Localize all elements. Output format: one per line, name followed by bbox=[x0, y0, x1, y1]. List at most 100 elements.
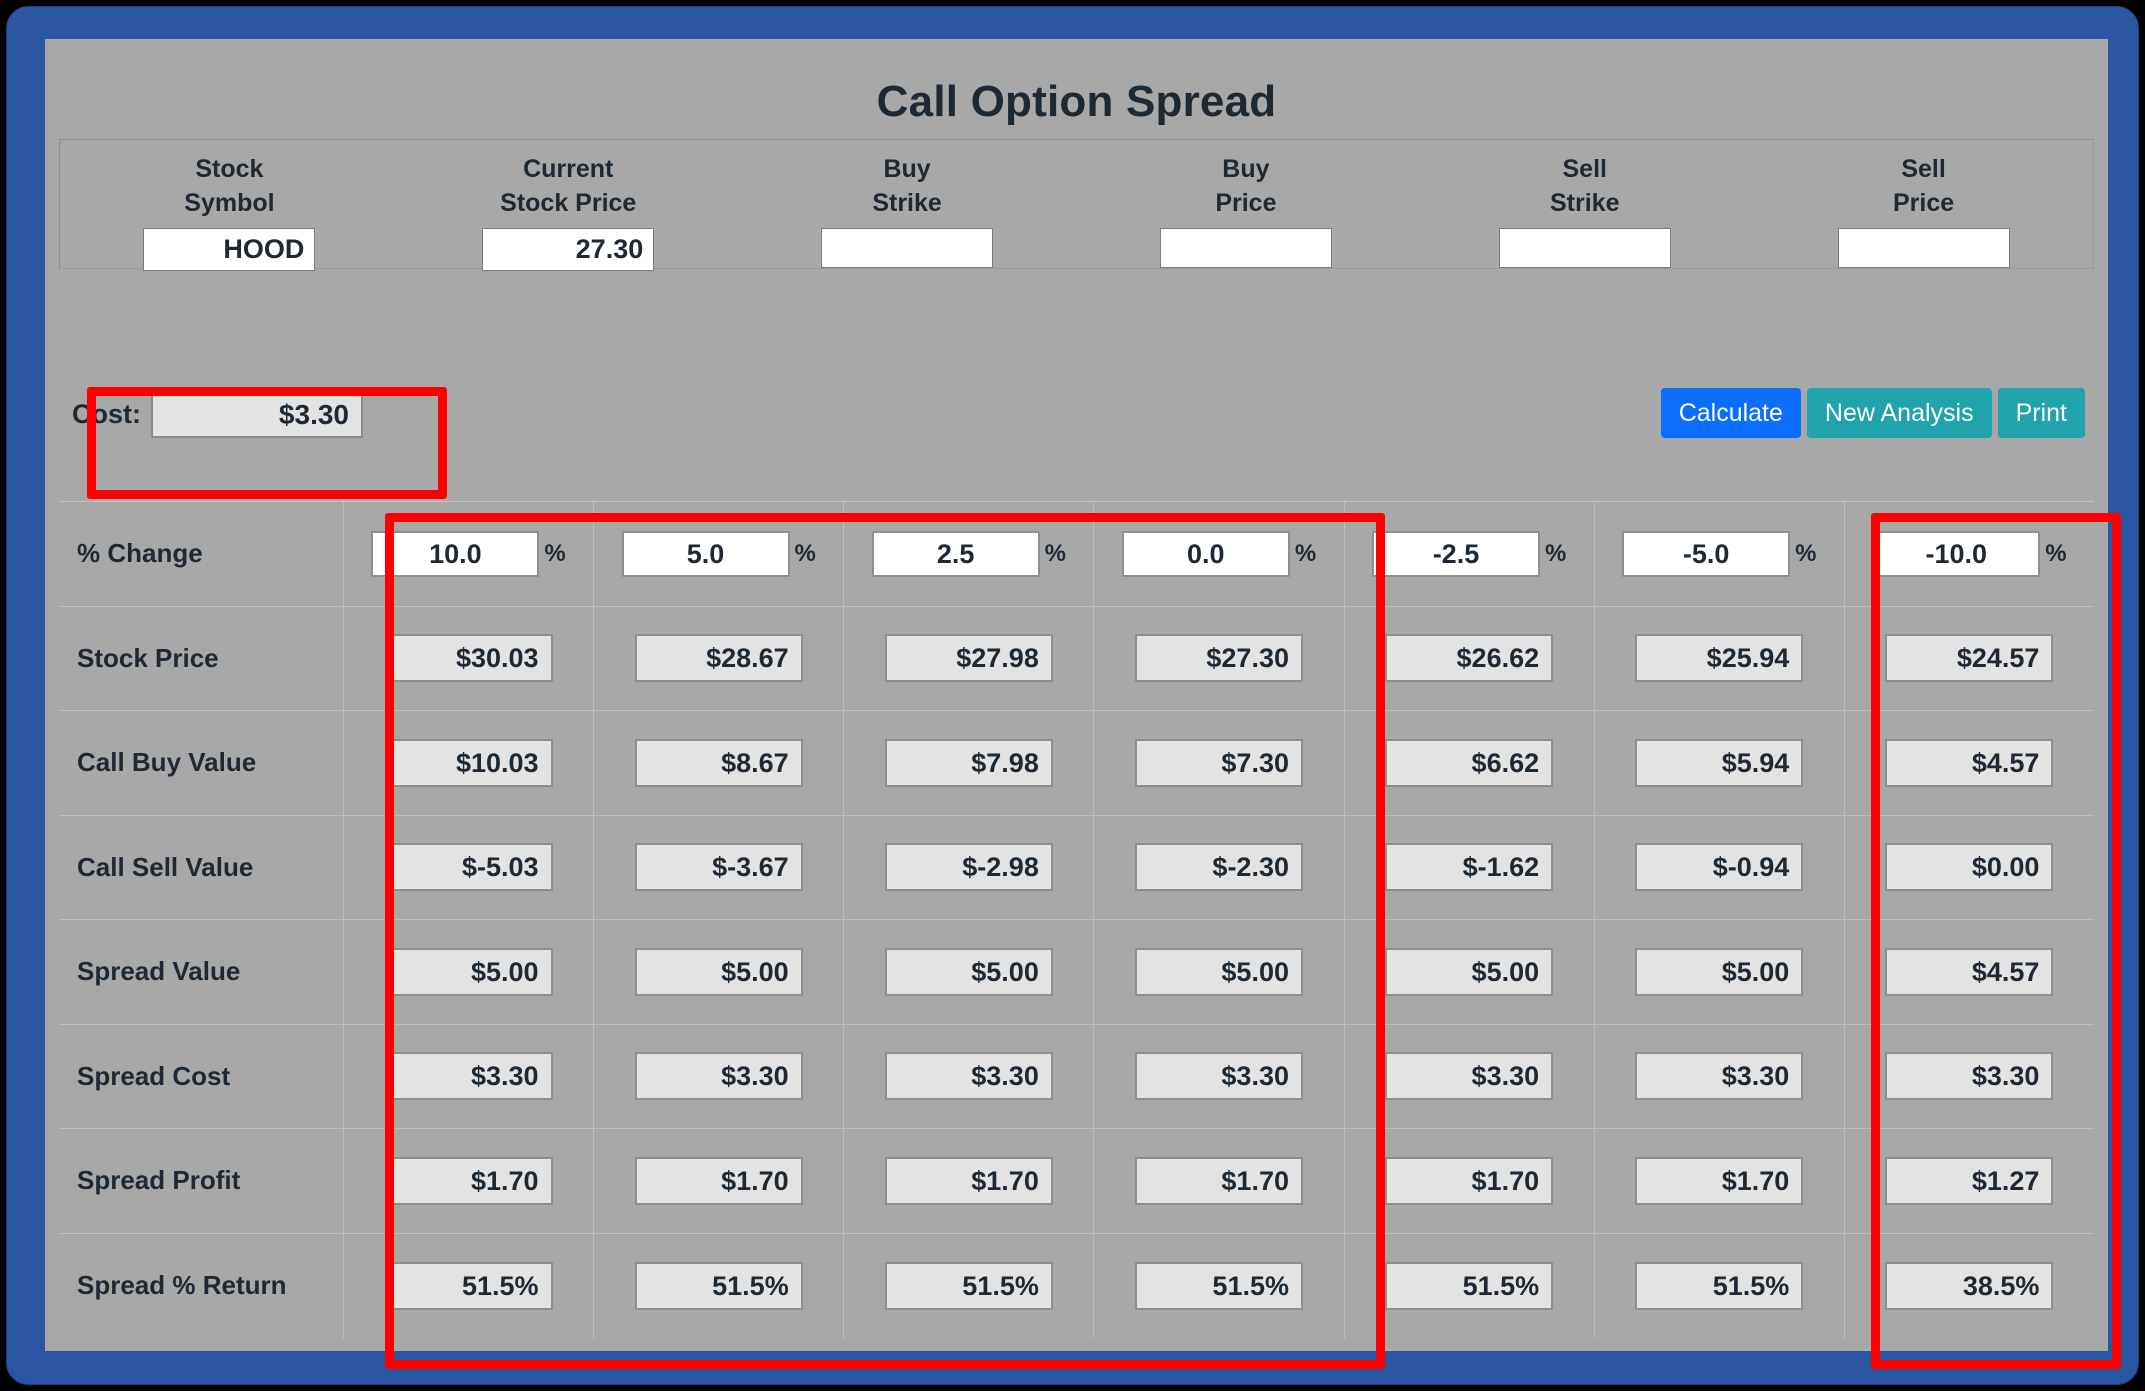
cell-spread-cost-col6: $3.30 bbox=[1595, 1024, 1845, 1128]
row-spread-profit: Spread Profit $1.70 $1.70 $1.70 $1.70 $1.70 $1… bbox=[59, 1129, 2094, 1234]
stock-symbol-input[interactable]: HOOD bbox=[143, 228, 316, 271]
cell-spread-value-col5: $5.00 bbox=[1345, 920, 1595, 1024]
spread-cost-value-col6: $3.30 bbox=[1635, 1052, 1804, 1101]
percent-change-input-col1[interactable]: 10.0 bbox=[371, 530, 540, 577]
spread-value-value-col1: $5.00 bbox=[384, 947, 553, 996]
spread-cost-value-col2: $3.30 bbox=[634, 1052, 803, 1101]
input-label-line1: Sell bbox=[1901, 155, 1946, 183]
percent-change-input-col7[interactable]: -10.0 bbox=[1872, 530, 2041, 577]
cells-spread-profit: $1.70 $1.70 $1.70 $1.70 $1.70 $1.70 $1.27 bbox=[344, 1129, 2094, 1233]
sell-strike-input[interactable] bbox=[1498, 228, 1671, 268]
cell-percent-change-col5: -2.5% bbox=[1345, 502, 1595, 606]
cell-stock-price-col4: $27.30 bbox=[1094, 606, 1345, 710]
spread-cost-value-col1: $3.30 bbox=[384, 1052, 553, 1101]
spread-profit-value-col1: $1.70 bbox=[384, 1156, 553, 1205]
row-label-spread-cost: Spread Cost bbox=[59, 1024, 344, 1128]
percent-change-input-col2[interactable]: 5.0 bbox=[621, 530, 790, 577]
buy-price-input[interactable] bbox=[1159, 228, 1332, 268]
cost-value-field: $3.30 bbox=[151, 391, 363, 438]
current-stock-price-input[interactable]: 27.30 bbox=[482, 228, 655, 271]
sell-price-input[interactable] bbox=[1837, 228, 2010, 268]
cell-spread-value-col6: $5.00 bbox=[1595, 920, 1845, 1024]
cell-spread-value-col2: $5.00 bbox=[594, 920, 845, 1024]
input-column-sell-price: Sell Price bbox=[1754, 140, 2093, 268]
spread-cost-value-col4: $3.30 bbox=[1134, 1052, 1303, 1101]
spread-percent-return-value-col3: 51.5% bbox=[884, 1261, 1053, 1310]
cell-percent-change-col3: 2.5% bbox=[844, 502, 1095, 606]
stock-price-value-col3: $27.98 bbox=[884, 634, 1053, 683]
cell-spread-percent-return-col2: 51.5% bbox=[594, 1233, 845, 1338]
row-call-sell-value: Call Sell Value $-5.03 $-3.67 $-2.98 $-2.30 $… bbox=[59, 815, 2094, 920]
cell-spread-value-col7: $4.57 bbox=[1845, 920, 2094, 1024]
percent-change-input-col6[interactable]: -5.0 bbox=[1622, 530, 1791, 577]
title-bar: Call Option Spread bbox=[45, 77, 2108, 127]
cell-percent-change-col1: 10.0% bbox=[344, 502, 595, 606]
call-sell-value-value-col6: $-0.94 bbox=[1635, 843, 1804, 892]
spread-profit-value-col7: $1.27 bbox=[1885, 1156, 2054, 1205]
cells-stock-price: $30.03 $28.67 $27.98 $27.30 $26.62 $25.94 $24.… bbox=[344, 606, 2094, 710]
input-column-stock-symbol: Stock Symbol HOOD bbox=[60, 140, 399, 271]
input-label-line2: Stock Price bbox=[500, 189, 637, 217]
cell-spread-profit-col5: $1.70 bbox=[1345, 1129, 1595, 1233]
cell-spread-cost-col4: $3.30 bbox=[1094, 1024, 1345, 1128]
row-label-spread-value: Spread Value bbox=[59, 920, 344, 1024]
spread-value-value-col7: $4.57 bbox=[1885, 947, 2054, 996]
cell-call-buy-value-col2: $8.67 bbox=[594, 711, 845, 815]
percent-change-input-col5[interactable]: -2.5 bbox=[1371, 530, 1540, 577]
row-label-call-buy-value: Call Buy Value bbox=[59, 711, 344, 815]
cell-call-sell-value-col7: $0.00 bbox=[1845, 816, 2094, 920]
call-buy-value-value-col1: $10.03 bbox=[384, 738, 553, 787]
stock-price-value-col4: $27.30 bbox=[1134, 634, 1303, 683]
cell-percent-change-col6: -5.0% bbox=[1595, 502, 1845, 606]
call-sell-value-value-col2: $-3.67 bbox=[634, 843, 803, 892]
spread-profit-value-col3: $1.70 bbox=[884, 1156, 1053, 1205]
action-button-group: Calculate New Analysis Print bbox=[1660, 388, 2085, 438]
cell-spread-value-col1: $5.00 bbox=[344, 920, 595, 1024]
application-window: Call Option Spread Stock Symbol HOOD Curren… bbox=[0, 0, 2145, 1391]
cell-stock-price-col1: $30.03 bbox=[344, 606, 595, 710]
spread-cost-value-col3: $3.30 bbox=[884, 1052, 1053, 1101]
cell-spread-profit-col1: $1.70 bbox=[344, 1129, 595, 1233]
cell-spread-profit-col4: $1.70 bbox=[1094, 1129, 1345, 1233]
call-buy-value-value-col7: $4.57 bbox=[1885, 738, 2054, 787]
percent-sign: % bbox=[1044, 539, 1067, 567]
cell-call-buy-value-col5: $6.62 bbox=[1345, 711, 1595, 815]
spread-cost-value-col5: $3.30 bbox=[1385, 1052, 1554, 1101]
spread-profit-value-col4: $1.70 bbox=[1134, 1156, 1303, 1205]
input-label-line1: Buy bbox=[1222, 155, 1270, 183]
row-spread-value: Spread Value $5.00 $5.00 $5.00 $5.00 $5.00 $5.… bbox=[59, 920, 2094, 1025]
percent-sign: % bbox=[1294, 539, 1317, 567]
percent-change-input-col4[interactable]: 0.0 bbox=[1121, 530, 1290, 577]
call-sell-value-value-col7: $0.00 bbox=[1885, 843, 2054, 892]
call-buy-value-value-col6: $5.94 bbox=[1635, 738, 1804, 787]
row-spread-cost: Spread Cost $3.30 $3.30 $3.30 $3.30 $3.30 $3.3… bbox=[59, 1024, 2094, 1129]
cell-call-buy-value-col3: $7.98 bbox=[844, 711, 1095, 815]
stock-price-value-col5: $26.62 bbox=[1385, 634, 1554, 683]
cell-call-buy-value-col7: $4.57 bbox=[1845, 711, 2094, 815]
row-spread-percent-return: Spread % Return 51.5% 51.5% 51.5% 51.5% 51.5%… bbox=[59, 1233, 2094, 1338]
input-label-line2: Strike bbox=[872, 189, 942, 217]
row-label-stock-price: Stock Price bbox=[59, 606, 344, 710]
page-title: Call Option Spread bbox=[876, 77, 1277, 126]
cells-spread-cost: $3.30 $3.30 $3.30 $3.30 $3.30 $3.30 $3.30 bbox=[344, 1024, 2094, 1128]
input-label-line1: Buy bbox=[883, 155, 931, 183]
buy-strike-input[interactable] bbox=[821, 228, 994, 268]
input-column-sell-strike: Sell Strike bbox=[1415, 140, 1754, 268]
cost-label: Cost: bbox=[72, 399, 141, 429]
percent-change-input-col3[interactable]: 2.5 bbox=[871, 530, 1040, 577]
cell-stock-price-col2: $28.67 bbox=[594, 606, 845, 710]
cell-spread-cost-col5: $3.30 bbox=[1345, 1024, 1595, 1128]
percent-sign: % bbox=[1544, 539, 1567, 567]
cell-call-buy-value-col4: $7.30 bbox=[1094, 711, 1345, 815]
percent-sign: % bbox=[2045, 539, 2067, 567]
percent-sign: % bbox=[1795, 539, 1817, 567]
spread-value-value-col2: $5.00 bbox=[634, 947, 803, 996]
calculate-button[interactable]: Calculate bbox=[1660, 388, 1801, 438]
new-analysis-button[interactable]: New Analysis bbox=[1806, 388, 1992, 438]
cell-call-sell-value-col5: $-1.62 bbox=[1345, 815, 1595, 919]
call-sell-value-value-col1: $-5.03 bbox=[384, 843, 553, 892]
input-label-line1: Sell bbox=[1562, 155, 1607, 183]
cells-call-sell-value: $-5.03 $-3.67 $-2.98 $-2.30 $-1.62 $-0.94 $0.0… bbox=[344, 815, 2094, 920]
print-button[interactable]: Print bbox=[1997, 388, 2085, 438]
cell-call-sell-value-col6: $-0.94 bbox=[1595, 815, 1845, 919]
